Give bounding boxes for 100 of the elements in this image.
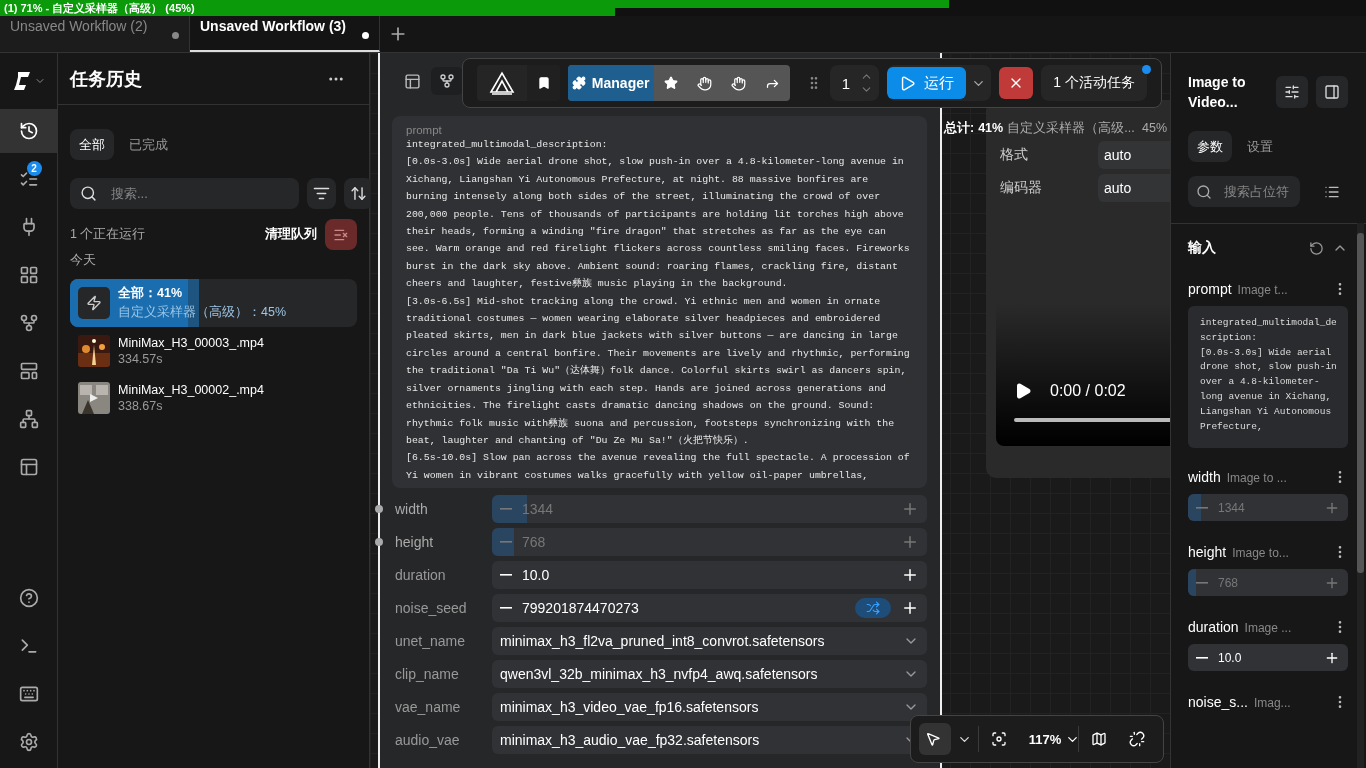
panel-toggle-button[interactable] <box>1316 76 1348 108</box>
zoom-dropdown[interactable]: 117% <box>1022 723 1073 755</box>
history-item[interactable]: MiniMax_H3_00003_.mp4 334.57s <box>70 327 357 374</box>
panels-icon <box>18 457 39 477</box>
active-tasks-button[interactable]: 1 个活动任务 <box>1041 65 1147 101</box>
clear-queue-label: 清理队列 <box>265 226 317 243</box>
filter-tab[interactable]: 全部 <box>70 129 114 160</box>
puzzle-icon <box>571 76 586 90</box>
widget-source: Imag... <box>1253 696 1291 710</box>
file-name: MiniMax_H3_00002_.mp4 <box>118 382 264 397</box>
number-field[interactable]: 10.0 <box>492 560 927 589</box>
history-item[interactable]: MiniMax_H3_00002_.mp4 338.67s <box>70 374 357 421</box>
mountain-logo-icon <box>489 70 515 96</box>
hierarchy-icon <box>18 409 39 429</box>
dropdown[interactable]: auto <box>1098 140 1170 169</box>
number-field[interactable]: 799201874470273 <box>492 593 927 622</box>
workflow-tab[interactable]: Unsaved Workflow (2) <box>0 16 190 52</box>
minus-icon <box>1196 506 1208 509</box>
widget-label: height <box>1188 544 1227 560</box>
sidebar-button[interactable] <box>0 109 58 153</box>
widget-label: audio_vae <box>394 731 461 748</box>
group-heading: 今天 <box>70 252 97 269</box>
total-label: 总计: <box>944 120 975 137</box>
reset-icon[interactable] <box>1309 240 1324 256</box>
widget-label: noise_s... <box>1188 694 1248 710</box>
batch-count-field[interactable]: 1 <box>829 65 879 101</box>
search-field[interactable]: 搜索... <box>70 178 299 209</box>
link-off-icon <box>1129 731 1145 747</box>
widget-label: duration <box>1188 619 1239 635</box>
filter-button[interactable] <box>307 178 336 209</box>
field-label: 编码器 <box>999 178 1043 197</box>
widget-label: duration <box>394 566 447 583</box>
star-icon <box>663 76 678 90</box>
manager-button[interactable]: Manager <box>567 65 654 101</box>
shuffle-icon <box>866 600 880 615</box>
hand-icon <box>731 75 747 91</box>
map-icon <box>1091 731 1107 747</box>
branch-icon <box>439 73 455 89</box>
panel-tab[interactable]: 参数 <box>1188 131 1232 162</box>
progress-title: (1) 71% - 自定义采样器（高级） (45%) <box>4 1 195 16</box>
clear-queue-button[interactable] <box>325 219 357 250</box>
workflow-tab[interactable]: Unsaved Workflow (3) <box>190 16 380 52</box>
widget-label: vae_name <box>394 698 462 715</box>
keyboard-icon <box>18 684 39 704</box>
minus-icon <box>500 540 512 543</box>
grid-icon <box>18 265 39 285</box>
scrollbar[interactable] <box>1357 223 1364 768</box>
layout-icon[interactable] <box>404 72 421 90</box>
duration: 338.67s <box>118 398 164 413</box>
minus-icon <box>1196 581 1208 584</box>
filter-tab[interactable]: 已完成 <box>120 129 177 160</box>
prompt-text: integrated_multimodal_description: [0.0s-3.0s] Wide aerial drone shot, slow push-in over a 4.8-kilometer-long avenue in Xichang, Liangshan Yi Autonomous Prefecture, at night. 88 massive bonfires are burning intensely along both sides of the street, illuminating the crowd of over 200,000 people. Tens of thousands of participants are holding lit torches high above their heads, forming a winding "fire dragon" that stretches as far as the eye can see. Warm orange and red firelight flickers across countless smiling faces. Fireworks burst in the dark sky above. Ambient sound: roaring flames, crackling fire, distant cheers and laughter, festive彝族 music playing in the background. [3.0s-6.5s] Mid-shot tracking along the crowd. Yi ethnic men and women in ornate traditional costumes — women wearing elaborate silver headpieces and embroidered pleated skirts, men in dark blue jackets with silver buttons — are dancing in large circles around a central bonfire. Their movements are lively and rhythmic, performing the traditional "Da Ti Wu"（达体舞）folk dance. Colorful skirts swirl as dancers spin, silver ornaments jingling with each step. Hands are joined across generations and ethnicities. The firelight casts dramatic dancing shadows on the ground. Sound: rhythmic folk music with彝族 suona and percussion, footsteps synchronizing with the beat, laughter and chanting of "Du Ze Mu Sa!"（火把节快乐）. [6.5s-10.0s] Slow pan across the avenue revealing the full spectacle. A procession of Yi women in vibrant costumes walks gracefully with yellow oil-paper umbrellas, <box>406 138 911 483</box>
running-job[interactable]: 全部：41% 自定义采样器（高级）：45% <box>70 279 357 327</box>
number-field[interactable]: 10.0 <box>1188 644 1348 671</box>
minus-icon <box>1196 656 1208 659</box>
bookmark-button[interactable] <box>527 65 560 101</box>
widget-source: Image to ... <box>1226 471 1287 485</box>
panel-icon <box>1324 84 1340 100</box>
count-badge: 2 <box>26 161 42 176</box>
widget-label: width <box>1188 469 1221 485</box>
settings-icon <box>18 732 39 752</box>
panel-tab[interactable]: 设置 <box>1238 131 1282 162</box>
job-subtitle: 自定义采样器（高级）：45% <box>118 304 287 321</box>
hand-icon <box>697 75 713 91</box>
widget-source: Image t... <box>1237 283 1288 297</box>
field-label: prompt <box>406 124 443 136</box>
search-input[interactable]: 搜索占位符 <box>1222 183 1292 200</box>
shuffle-button[interactable] <box>855 597 891 618</box>
dropdown[interactable]: minimax_h3_video_vae_fp16.safetensors <box>492 692 927 721</box>
duration: 334.57s <box>118 351 164 366</box>
section-title: 输入 <box>1188 239 1216 257</box>
minus-icon <box>500 507 512 510</box>
filter-icon <box>313 185 330 202</box>
graph-button[interactable] <box>431 67 463 95</box>
dropdown[interactable]: minimax_h3_fl2va_pruned_int8_convrot.safetensors <box>492 626 927 655</box>
sliders-button[interactable] <box>1276 76 1308 108</box>
status-dot <box>1142 65 1151 74</box>
search-input[interactable]: 搜索... <box>109 185 289 202</box>
pointer-icon <box>925 731 941 747</box>
logo-icon <box>11 70 32 92</box>
video-track[interactable] <box>1014 418 1170 422</box>
widget-source: Image to... <box>1232 546 1289 560</box>
running-count: 1 个正在运行 <box>70 226 146 243</box>
job-title: 全部：41% <box>118 285 184 302</box>
panel-title: Image to Video... <box>1188 73 1247 112</box>
cancel-button[interactable] <box>999 67 1034 99</box>
minus-icon <box>500 606 512 609</box>
search-field[interactable]: 搜索占位符 <box>1188 176 1300 207</box>
play-icon <box>899 74 916 92</box>
select-tool-button[interactable] <box>919 723 951 755</box>
prompt-text[interactable]: integrated_multimodal_description: [0.0s-3.0s] Wide aerial drone shot, slow push-in over a 4.8-kilometer-long avenue in Xichang, Liangshan Yi Autonomous Prefecture, <box>1188 306 1348 448</box>
run-button[interactable]: 运行 <box>887 67 966 99</box>
video-time: 0:00 / 0:02 <box>1050 382 1126 400</box>
help-icon <box>18 588 39 608</box>
widget-label: unet_name <box>394 632 467 649</box>
play-icon[interactable] <box>1014 382 1032 400</box>
dropdown[interactable]: auto <box>1098 173 1170 202</box>
dropdown[interactable]: qwen3vl_32b_minimax_h3_nvfp4_awq.safetensors <box>492 659 927 688</box>
minus-icon <box>500 573 512 576</box>
widget-label: clip_name <box>394 665 460 682</box>
